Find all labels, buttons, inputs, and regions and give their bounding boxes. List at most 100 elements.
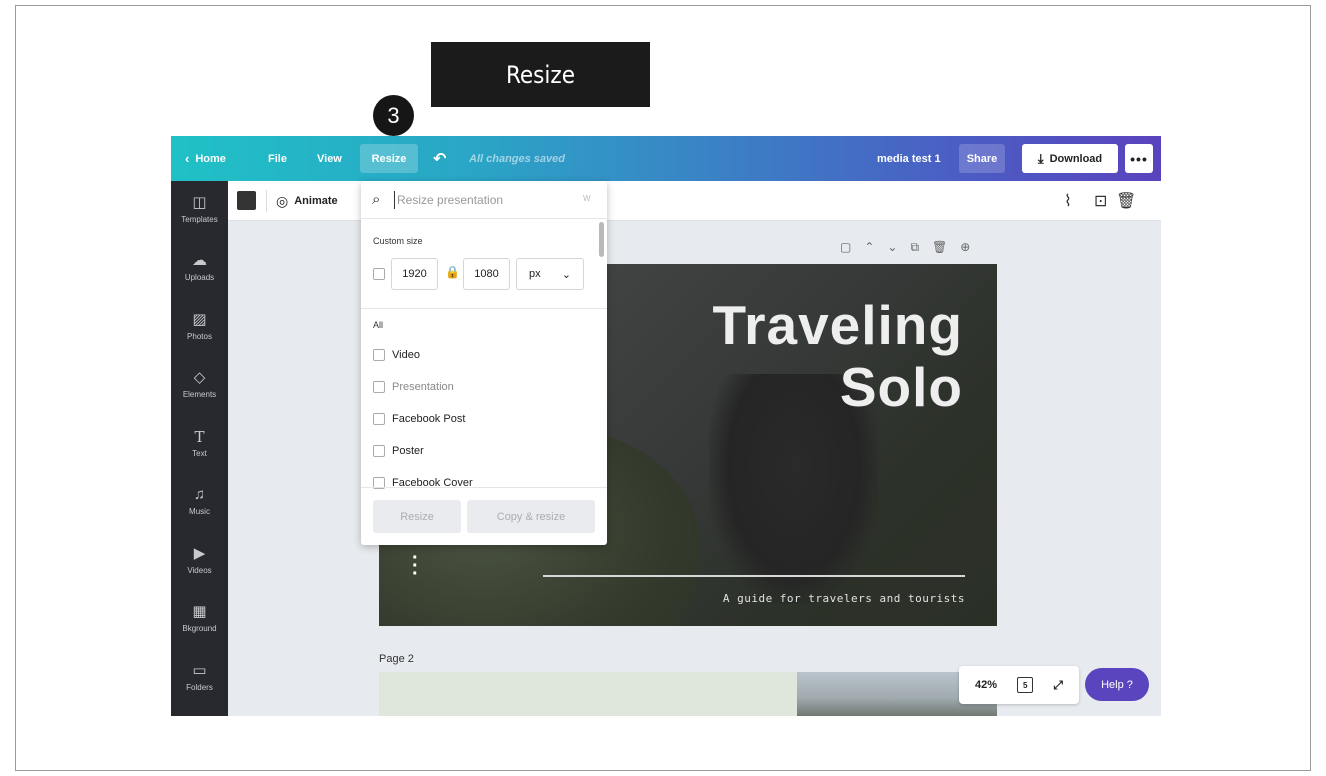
folders-icon: ▭	[192, 662, 207, 679]
zoom-controls: 42% 5 ⤢	[959, 666, 1079, 704]
duplicate-icon[interactable]: ⧉	[910, 240, 919, 255]
dropdown-divider	[361, 308, 607, 309]
chevron-left-icon: ‹	[185, 151, 190, 166]
dropdown-scrollbar[interactable]	[599, 222, 604, 257]
resize-confirm-button[interactable]: Resize	[373, 500, 461, 533]
resize-button[interactable]: Resize	[360, 144, 418, 173]
option-checkbox[interactable]	[373, 413, 385, 425]
toolbar-divider	[266, 190, 267, 212]
option-checkbox[interactable]	[373, 445, 385, 457]
slide-title[interactable]: Traveling Solo	[713, 294, 963, 418]
chevron-down-icon[interactable]: ⌄	[887, 240, 897, 255]
undo-icon[interactable]: ↶	[433, 136, 446, 181]
trash-icon[interactable]: 🗑	[1116, 181, 1136, 221]
option-poster[interactable]: Poster	[373, 435, 593, 467]
elements-icon: ◇	[193, 369, 206, 386]
paint-roller-icon[interactable]: ⌇	[1064, 181, 1072, 221]
fullscreen-icon[interactable]: ⤢	[1053, 678, 1063, 693]
option-facebook-post[interactable]: Facebook Post	[373, 403, 593, 435]
option-label: Presentation	[392, 381, 454, 393]
animate-label: Animate	[294, 195, 338, 207]
lock-aspect-icon[interactable]: 🔒	[445, 265, 460, 279]
sidebar-item-uploads[interactable]: ☁ Uploads	[171, 251, 228, 301]
sidebar-item-label: Uploads	[184, 273, 215, 282]
more-options-button[interactable]: •••	[1125, 144, 1153, 173]
lock-icon[interactable]: ⊡	[1094, 181, 1107, 221]
background-icon: ▦	[192, 603, 207, 620]
search-icon: ⌕	[372, 191, 381, 208]
copy-and-resize-button[interactable]: Copy & resize	[467, 500, 595, 533]
resize-dropdown: ⌕ W Custom size 1920 🔒 1080 px ⌄ All Vid…	[361, 181, 607, 545]
sidebar-item-text[interactable]: T Text	[171, 427, 228, 477]
option-label: Poster	[392, 445, 424, 457]
home-label: Home	[195, 152, 226, 165]
sidebar-item-label: Text	[192, 449, 207, 458]
music-icon: ♫	[193, 486, 206, 503]
add-page-icon[interactable]: ⊕	[960, 240, 970, 255]
note-icon[interactable]: ▢	[840, 240, 851, 255]
sidebar-item-label: Templates	[181, 215, 218, 224]
option-checkbox[interactable]	[373, 381, 385, 393]
sidebar-item-videos[interactable]: ▶ Videos	[171, 544, 228, 594]
view-menu[interactable]: View	[317, 136, 342, 181]
all-sizes-label: All	[373, 320, 384, 330]
page-controls: ▢ ⌃ ⌄ ⧉ 🗑 ⊕	[840, 240, 970, 255]
photos-icon: ▨	[192, 311, 207, 328]
slide-page-2[interactable]	[379, 672, 997, 716]
size-options-list: Video Presentation Facebook Post Poster …	[373, 339, 593, 499]
download-icon: ⤓	[1037, 150, 1044, 166]
left-sidebar: ◫ Templates ☁ Uploads ▨ Photos ◇ Element…	[171, 181, 228, 716]
sidebar-item-label: Elements	[182, 390, 217, 399]
home-button[interactable]: ‹ Home	[185, 136, 226, 181]
zoom-level[interactable]: 42%	[975, 679, 997, 691]
top-bar: ‹ Home File View Resize ↶ All changes sa…	[171, 136, 1161, 181]
chevron-down-icon: ⌄	[561, 268, 571, 281]
videos-icon: ▶	[193, 545, 206, 562]
animate-button[interactable]: ◎ Animate	[276, 181, 338, 221]
download-button[interactable]: ⤓ Download	[1022, 144, 1118, 173]
text-icon: T	[194, 428, 205, 446]
keyboard-shortcut-hint: W	[583, 194, 591, 203]
sidebar-item-background[interactable]: ▦ Bkground	[171, 602, 228, 652]
sidebar-item-music[interactable]: ♫ Music	[171, 485, 228, 535]
help-button[interactable]: Help ?	[1085, 668, 1149, 701]
sidebar-item-label: Folders	[186, 683, 213, 692]
callout-label: Resize	[431, 42, 650, 107]
custom-size-label: Custom size	[373, 236, 423, 246]
sidebar-item-label: Bkground	[182, 624, 217, 633]
editor-window: ‹ Home File View Resize ↶ All changes sa…	[171, 136, 1161, 716]
option-video[interactable]: Video	[373, 339, 593, 371]
save-status: All changes saved	[469, 152, 565, 165]
resize-actions: Resize Copy & resize	[361, 487, 607, 545]
design-title[interactable]: media test 1	[877, 136, 941, 181]
page-count-icon[interactable]: 5	[1017, 677, 1034, 693]
slide-divider-line	[543, 575, 965, 577]
templates-icon: ◫	[192, 194, 207, 211]
option-checkbox[interactable]	[373, 349, 385, 361]
step-number-badge: 3	[373, 95, 414, 136]
option-label: Facebook Post	[392, 413, 466, 425]
uploads-icon: ☁	[192, 252, 207, 269]
slide-title-line-2: Solo	[839, 356, 963, 418]
slide-subtitle[interactable]: A guide for travelers and tourists	[723, 592, 965, 605]
custom-size-checkbox[interactable]	[373, 268, 385, 280]
height-field[interactable]: 1080	[463, 258, 510, 290]
unit-select[interactable]: px ⌄	[516, 258, 584, 290]
sidebar-item-elements[interactable]: ◇ Elements	[171, 368, 228, 418]
delete-page-icon[interactable]: 🗑	[932, 240, 947, 255]
custom-size-row: 1920 🔒 1080 px ⌄	[373, 258, 599, 290]
share-button[interactable]: Share	[959, 144, 1005, 173]
sidebar-item-templates[interactable]: ◫ Templates	[171, 193, 228, 243]
sidebar-item-label: Videos	[187, 566, 212, 575]
option-presentation[interactable]: Presentation	[373, 371, 593, 403]
sidebar-item-label: Photos	[187, 332, 212, 341]
resize-search-input[interactable]	[394, 191, 574, 209]
file-menu[interactable]: File	[268, 136, 287, 181]
chevron-up-icon[interactable]: ⌃	[864, 240, 874, 255]
width-field[interactable]: 1920	[391, 258, 438, 290]
kebab-menu-icon[interactable]: · · ·	[412, 548, 419, 584]
option-label: Video	[392, 349, 420, 361]
sidebar-item-folders[interactable]: ▭ Folders	[171, 661, 228, 711]
color-swatch[interactable]	[237, 191, 256, 210]
sidebar-item-photos[interactable]: ▨ Photos	[171, 310, 228, 360]
